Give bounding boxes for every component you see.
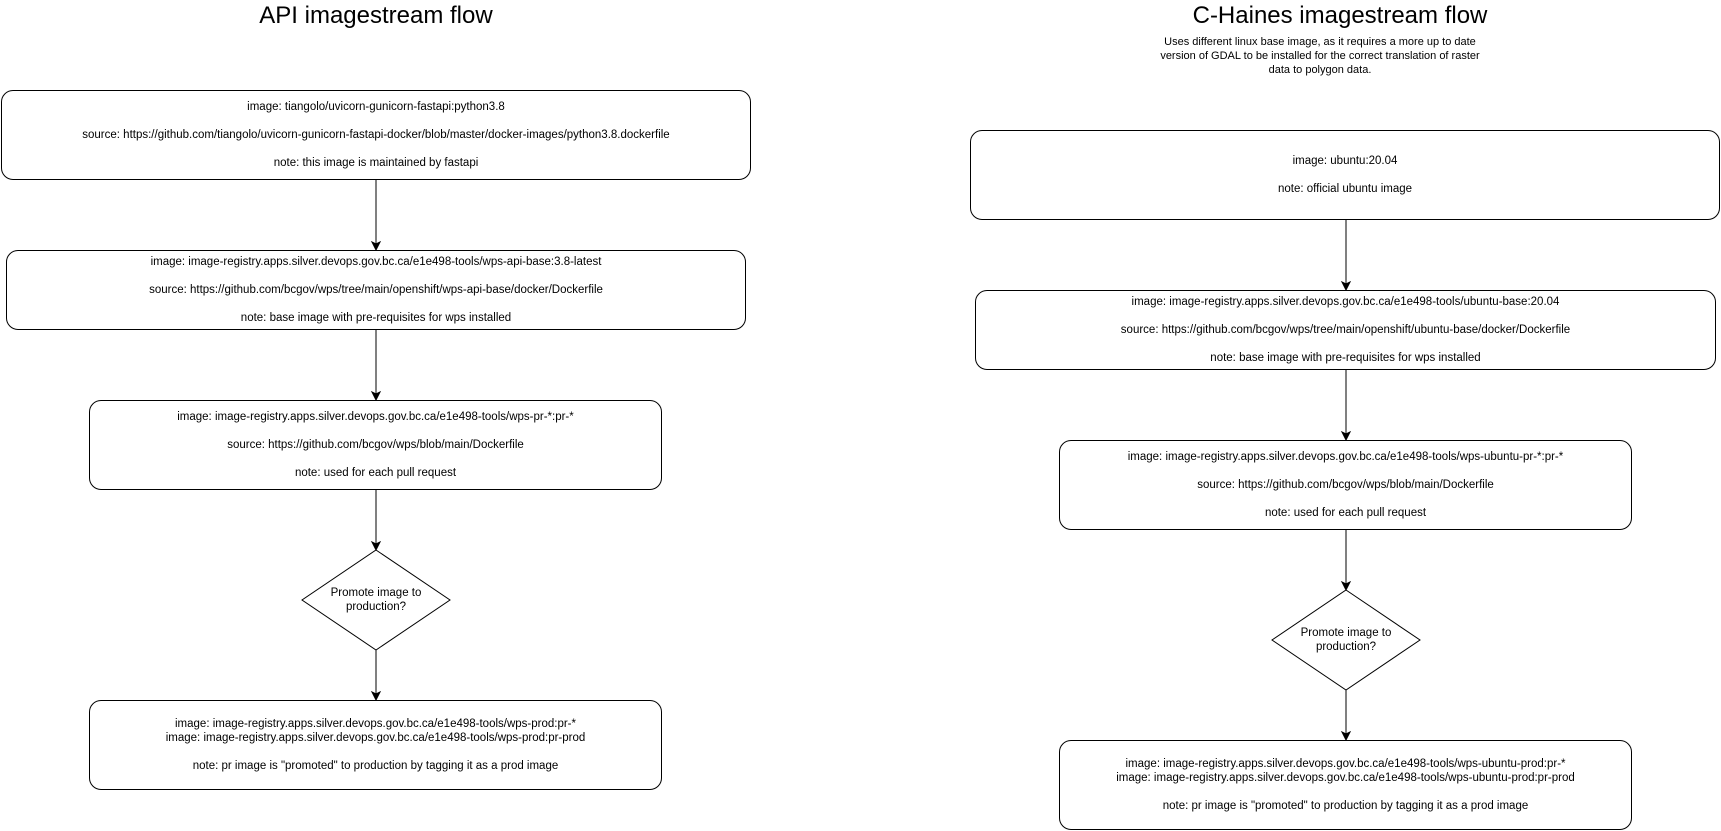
chaines-box4-image1: image: image-registry.apps.silver.devops…: [1125, 758, 1566, 770]
api-box3-source: source: https://github.com/bcgov/wps/blo…: [227, 439, 524, 451]
api-box3-note: note: used for each pull request: [294, 467, 457, 479]
chaines-box4-note: note: pr image is "promoted" to producti…: [1162, 800, 1529, 812]
api-box4-note: note: pr image is "promoted" to producti…: [192, 760, 559, 772]
api-wps-base-box: image: image-registry.apps.silver.devops…: [6, 250, 746, 330]
api-box2-source: source: https://github.com/bcgov/wps/tre…: [149, 284, 603, 296]
chaines-ubuntu-base-box: image: image-registry.apps.silver.devops…: [975, 290, 1716, 370]
api-box2-image: image: image-registry.apps.silver.devops…: [150, 256, 602, 268]
chaines-box1-image: image: ubuntu:20.04: [1292, 155, 1398, 167]
api-pr-image-box: image: image-registry.apps.silver.devops…: [89, 400, 662, 490]
api-box3-image: image: image-registry.apps.silver.devops…: [177, 411, 574, 423]
chaines-box3-image: image: image-registry.apps.silver.devops…: [1127, 451, 1564, 463]
api-box1-source: source: https://github.com/tiangolo/uvic…: [82, 129, 670, 141]
chaines-box1-note: note: official ubuntu image: [1277, 183, 1413, 195]
chaines-flow-title: C-Haines imagestream flow: [1192, 2, 1488, 29]
chaines-ubuntu-image-box: image: ubuntu:20.04 note: official ubunt…: [970, 130, 1720, 220]
chaines-decision-label: Promote image to production?: [1300, 627, 1392, 653]
api-prod-image-box: image: image-registry.apps.silver.devops…: [89, 700, 662, 790]
chaines-box3-note: note: used for each pull request: [1264, 507, 1427, 519]
chaines-box3-source: source: https://github.com/bcgov/wps/blo…: [1197, 479, 1494, 491]
chaines-box2-source: source: https://github.com/bcgov/wps/tre…: [1120, 324, 1571, 336]
api-box2-note: note: base image with pre-requisites for…: [240, 312, 512, 324]
chaines-box4-image2: image: image-registry.apps.silver.devops…: [1116, 772, 1575, 784]
chaines-flow-subtitle: Uses different linux base image, as it r…: [1160, 36, 1480, 76]
api-box1-note: note: this image is maintained by fastap…: [273, 157, 479, 169]
api-box4-image2: image: image-registry.apps.silver.devops…: [165, 732, 586, 744]
api-decision-label: Promote image to production?: [330, 587, 422, 613]
api-box4-image1: image: image-registry.apps.silver.devops…: [175, 718, 576, 730]
chaines-pr-image-box: image: image-registry.apps.silver.devops…: [1059, 440, 1632, 530]
chaines-box2-image: image: image-registry.apps.silver.devops…: [1131, 296, 1560, 308]
api-box1-image: image: tiangolo/uvicorn-gunicorn-fastapi…: [247, 101, 505, 113]
api-base-image-box: image: tiangolo/uvicorn-gunicorn-fastapi…: [1, 90, 751, 180]
chaines-prod-image-box: image: image-registry.apps.silver.devops…: [1059, 740, 1632, 830]
chaines-box2-note: note: base image with pre-requisites for…: [1210, 352, 1481, 364]
api-flow-title: API imagestream flow: [259, 2, 493, 29]
